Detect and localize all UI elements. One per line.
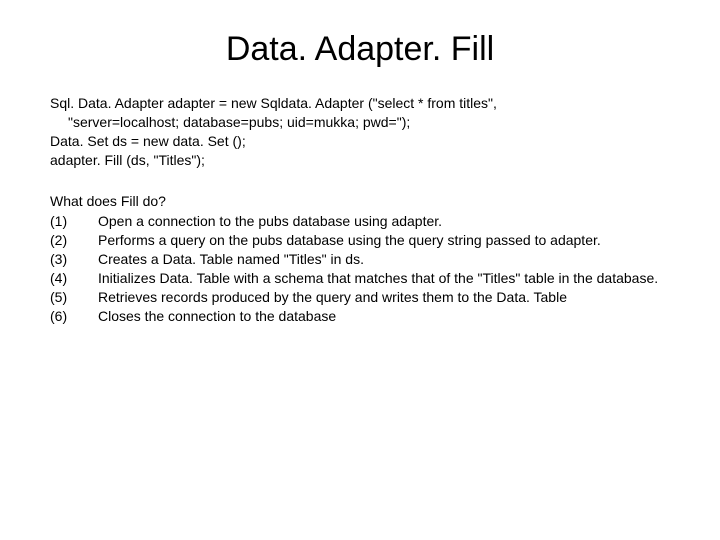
slide-title: Data. Adapter. Fill bbox=[50, 30, 670, 69]
code-line-1: Sql. Data. Adapter adapter = new Sqldata… bbox=[50, 94, 670, 113]
code-line-2: "server=localhost; database=pubs; uid=mu… bbox=[50, 113, 670, 132]
item-text: Performs a query on the pubs database us… bbox=[98, 231, 670, 250]
description-block: What does Fill do? (1) Open a connection… bbox=[50, 192, 670, 326]
item-text: Creates a Data. Table named "Titles" in … bbox=[98, 250, 670, 269]
item-number: (3) bbox=[50, 250, 98, 269]
item-text: Initializes Data. Table with a schema th… bbox=[98, 269, 670, 288]
item-number: (5) bbox=[50, 288, 98, 307]
item-text: Closes the connection to the database bbox=[98, 307, 670, 326]
item-number: (2) bbox=[50, 231, 98, 250]
list-item: (6) Closes the connection to the databas… bbox=[50, 307, 670, 326]
list-item: (3) Creates a Data. Table named "Titles"… bbox=[50, 250, 670, 269]
code-line-4: adapter. Fill (ds, "Titles"); bbox=[50, 151, 670, 170]
list-item: (1) Open a connection to the pubs databa… bbox=[50, 212, 670, 231]
slide-container: Data. Adapter. Fill Sql. Data. Adapter a… bbox=[0, 0, 720, 346]
code-block: Sql. Data. Adapter adapter = new Sqldata… bbox=[50, 94, 670, 170]
item-number: (4) bbox=[50, 269, 98, 288]
list-item: (5) Retrieves records produced by the qu… bbox=[50, 288, 670, 307]
item-text: Retrieves records produced by the query … bbox=[98, 288, 670, 307]
description-heading: What does Fill do? bbox=[50, 192, 670, 211]
list-item: (2) Performs a query on the pubs databas… bbox=[50, 231, 670, 250]
item-text: Open a connection to the pubs database u… bbox=[98, 212, 670, 231]
item-number: (1) bbox=[50, 212, 98, 231]
list-item: (4) Initializes Data. Table with a schem… bbox=[50, 269, 670, 288]
item-number: (6) bbox=[50, 307, 98, 326]
code-line-3: Data. Set ds = new data. Set (); bbox=[50, 132, 670, 151]
